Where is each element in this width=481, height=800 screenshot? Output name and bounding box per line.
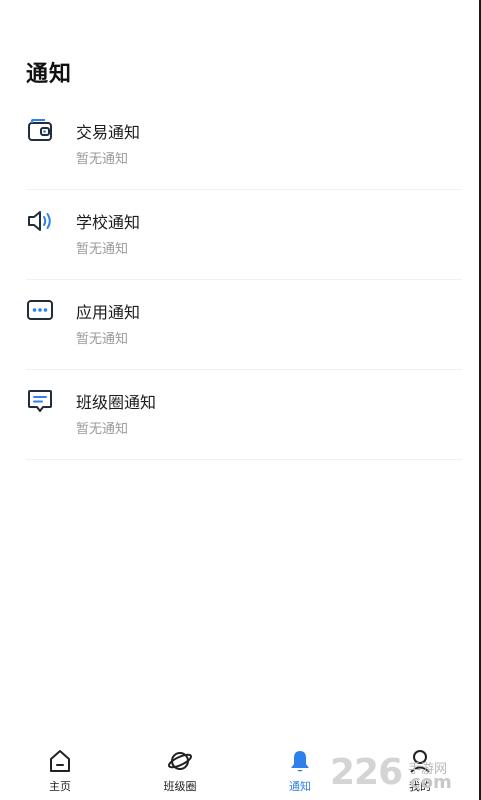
notification-list: 交易通知 暂无通知 学校通知 暂无通知 应用通知 暂无通知 班级圈通知 暂无通知 — [0, 100, 481, 460]
notification-status: 暂无通知 — [76, 242, 129, 257]
notification-name: 应用通知 — [76, 303, 141, 322]
message-dots-icon — [27, 300, 53, 320]
tab-home[interactable]: 主页 — [20, 748, 100, 798]
watermark-number: 226 — [330, 752, 403, 793]
notification-status: 暂无通知 — [76, 152, 129, 167]
page-title: 通知 — [26, 62, 73, 87]
planet-icon — [167, 752, 193, 770]
notification-item-app[interactable]: 应用通知 暂无通知 — [26, 280, 462, 370]
notifications-screen: 通知 交易通知 暂无通知 学校通知 暂无通知 应用通知 暂无通知 班级圈通知 暂… — [0, 0, 481, 800]
tab-label: 班级圈 — [163, 780, 197, 793]
site-watermark: 226 手游网 com — [330, 752, 478, 796]
notification-name: 交易通知 — [76, 123, 141, 142]
notification-status: 暂无通知 — [76, 332, 129, 347]
bell-icon — [291, 751, 309, 772]
notification-status: 暂无通知 — [76, 422, 129, 437]
wallet-icon — [28, 119, 52, 141]
tab-class-circle[interactable]: 班级圈 — [140, 748, 220, 798]
chat-bubble-icon — [28, 390, 52, 412]
notification-name: 班级圈通知 — [76, 393, 157, 412]
notification-item-class-circle[interactable]: 班级圈通知 暂无通知 — [26, 370, 462, 460]
watermark-domain: com — [410, 772, 452, 793]
tab-label: 主页 — [49, 780, 71, 793]
notification-name: 学校通知 — [76, 213, 141, 232]
notification-item-school[interactable]: 学校通知 暂无通知 — [26, 190, 462, 280]
notification-item-trade[interactable]: 交易通知 暂无通知 — [26, 100, 462, 190]
tab-label: 通知 — [289, 780, 311, 793]
home-icon — [50, 750, 70, 772]
tab-notifications[interactable]: 通知 — [260, 748, 340, 798]
speaker-icon — [28, 211, 51, 231]
